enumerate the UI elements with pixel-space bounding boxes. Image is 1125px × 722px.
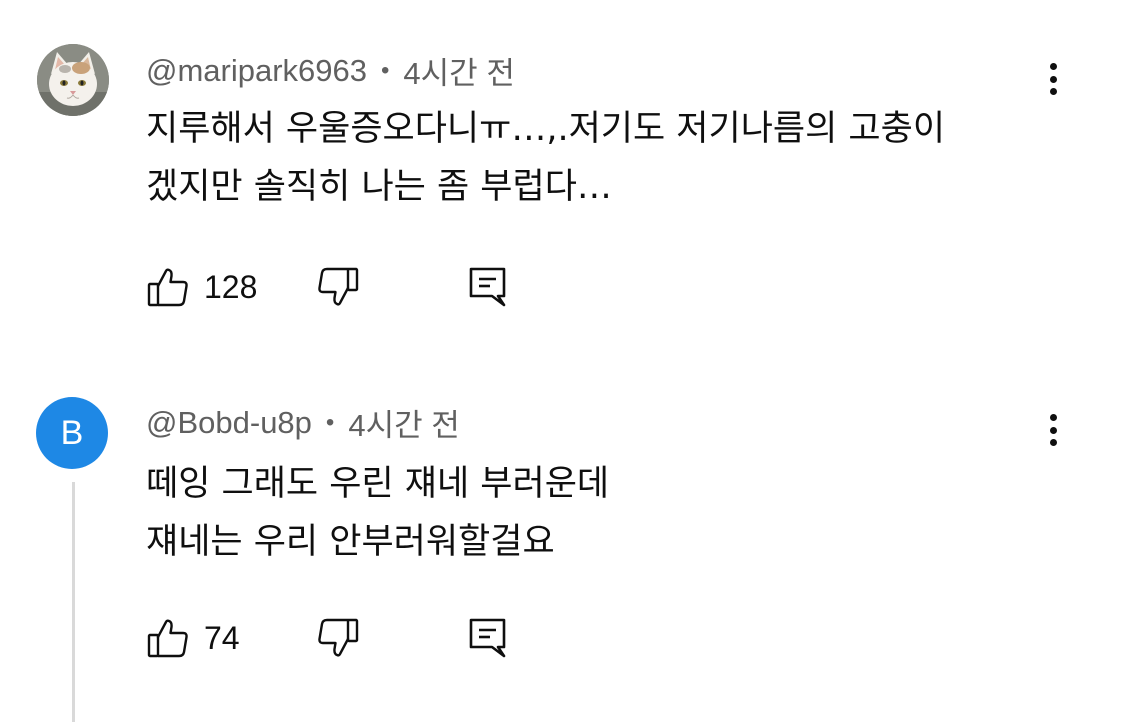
comment-meta: @Bobd-u8p • 4시간 전 <box>146 400 460 445</box>
comment-reply-icon <box>468 616 508 660</box>
comment-author[interactable]: @Bobd-u8p <box>146 405 312 441</box>
thumbs-up-icon <box>146 265 190 309</box>
kebab-dot <box>1049 414 1057 421</box>
comment-author[interactable]: @maripark6963 <box>146 53 367 89</box>
reply-button[interactable] <box>468 265 508 309</box>
dislike-button[interactable] <box>316 265 360 309</box>
comment-text: 지루해서 우울증오다니ㅠ…,.저기도 저기나름의 고충이 겠지만 솔직히 나는 … <box>146 100 1076 216</box>
comment-text-line: 지루해서 우울증오다니ㅠ…,.저기도 저기나름의 고충이 <box>146 109 946 149</box>
dislike-button[interactable] <box>316 616 360 660</box>
avatar[interactable]: B <box>36 397 108 469</box>
like-count: 128 <box>204 268 258 305</box>
comment-text-line: 떼잉 그래도 우린 쟤네 부러운데 <box>146 464 610 504</box>
meta-separator: • <box>325 408 335 436</box>
comment-text-line: 쟤네는 우리 안부러워할걸요 <box>146 522 555 562</box>
reply-button[interactable] <box>468 616 508 660</box>
comment-timestamp[interactable]: 4시간 전 <box>348 400 459 445</box>
thumbs-up-icon <box>146 616 190 660</box>
comment-item: @maripark6963 • 4시간 전 지루해서 우울증오다니ㅠ…,.저기도… <box>0 0 1125 350</box>
kebab-dot <box>1049 63 1057 70</box>
kebab-dot <box>1049 426 1057 434</box>
like-count: 74 <box>204 619 240 656</box>
comment-meta: @maripark6963 • 4시간 전 <box>146 48 515 93</box>
cat-avatar-image <box>37 44 109 116</box>
like-button[interactable]: 74 <box>146 616 240 660</box>
thumbs-down-icon <box>316 616 360 660</box>
kebab-dot <box>1049 88 1057 95</box>
thread-line <box>72 482 75 722</box>
more-options-button[interactable] <box>1040 410 1066 450</box>
comment-item: B @Bobd-u8p • 4시간 전 떼잉 그래도 우린 쟤네 부러운데 쟤네… <box>0 350 1125 722</box>
comment-timestamp[interactable]: 4시간 전 <box>403 48 514 93</box>
thumbs-down-icon <box>316 265 360 309</box>
kebab-dot <box>1049 75 1057 83</box>
comment-actions: 128 <box>146 265 546 309</box>
comment-reply-icon <box>468 265 508 309</box>
like-button[interactable]: 128 <box>146 265 257 309</box>
comment-text-line: 겠지만 솔직히 나는 좀 부럽다… <box>146 167 612 207</box>
kebab-dot <box>1049 439 1057 446</box>
avatar-initial: B <box>60 413 84 452</box>
comment-text: 떼잉 그래도 우린 쟤네 부러운데 쟤네는 우리 안부러워할걸요 <box>146 455 1076 571</box>
avatar[interactable] <box>37 44 109 116</box>
more-options-button[interactable] <box>1040 59 1066 99</box>
comment-actions: 74 <box>146 616 546 660</box>
meta-separator: • <box>381 56 390 84</box>
